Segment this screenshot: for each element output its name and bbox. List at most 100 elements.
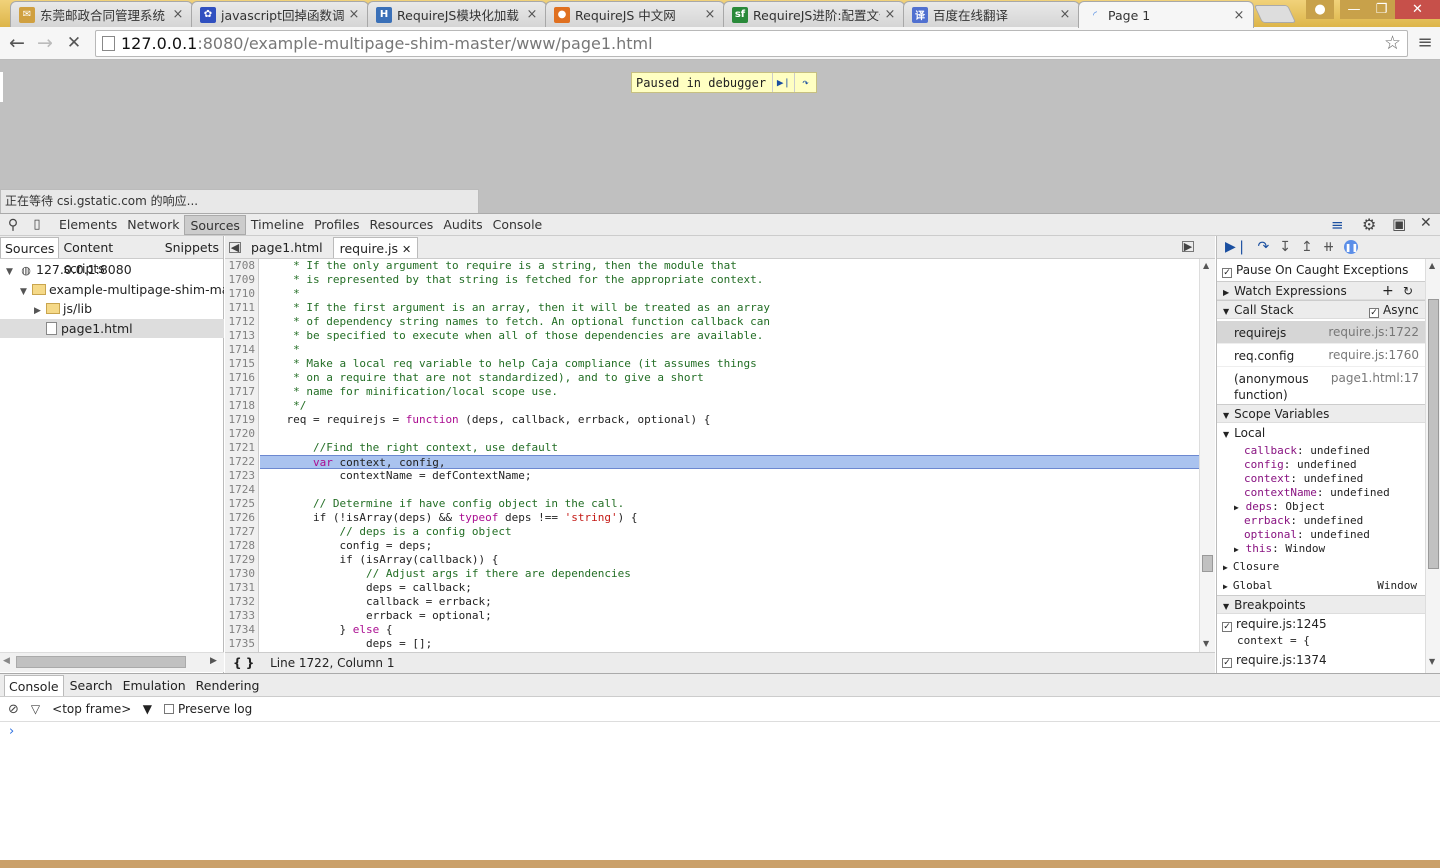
refresh-watch-icon[interactable]: ↻: [1403, 282, 1413, 301]
breakpoints-header[interactable]: ▼ Breakpoints: [1217, 595, 1425, 614]
code-line[interactable]: errback = optional;: [260, 609, 1199, 623]
close-window-button[interactable]: ✕: [1395, 0, 1440, 19]
scroll-up-icon[interactable]: ▲: [1203, 261, 1209, 270]
code-line[interactable]: // deps is a config object: [260, 525, 1199, 539]
line-number[interactable]: 1708: [225, 259, 258, 273]
console-prompt[interactable]: ›: [0, 722, 1440, 744]
global-scope-node[interactable]: ▶ Global Window: [1217, 579, 1425, 592]
code-line[interactable]: *: [260, 287, 1199, 301]
line-number-gutter[interactable]: 1708 1709 1710 1711 1712 1713 1714 1715 1716 1717…: [225, 259, 259, 652]
checkbox-checked-icon[interactable]: ✓: [1222, 622, 1232, 632]
navigator-tab-content-scripts[interactable]: Content scripts: [59, 237, 160, 276]
add-watch-icon[interactable]: +: [1382, 282, 1394, 301]
line-number[interactable]: 1732: [225, 595, 258, 609]
scope-variable[interactable]: ▶ this: Window: [1217, 542, 1425, 556]
line-number[interactable]: 1722: [225, 455, 258, 469]
browser-tab[interactable]: H RequireJS模块化加载 ×: [367, 1, 547, 27]
checkbox-checked-icon[interactable]: ✓: [1222, 658, 1232, 668]
navigator-horizontal-scrollbar[interactable]: ◀ ▶: [0, 652, 224, 672]
line-number[interactable]: 1724: [225, 483, 258, 497]
step-over-icon[interactable]: ↷: [1258, 239, 1270, 255]
tree-item[interactable]: ▼ ◍ 127.0.0.1:8080: [0, 260, 224, 279]
closure-scope-node[interactable]: ▶ Closure: [1217, 560, 1425, 573]
code-line[interactable]: if (!isArray(deps) && typeof deps !== 's…: [260, 511, 1199, 525]
line-number[interactable]: 1725: [225, 497, 258, 511]
collapsed-triangle-icon[interactable]: ▶: [34, 302, 44, 318]
code-line[interactable]: */: [260, 399, 1199, 413]
search-icon[interactable]: ⚲: [0, 217, 26, 233]
close-tab-icon[interactable]: ×: [1233, 8, 1245, 23]
step-over-icon[interactable]: ↷: [794, 73, 816, 92]
minimize-button[interactable]: —: [1340, 0, 1368, 19]
code-line[interactable]: config = deps;: [260, 539, 1199, 553]
code-line[interactable]: deps = callback;: [260, 581, 1199, 595]
tree-item[interactable]: page1.html: [0, 318, 224, 338]
tree-item[interactable]: ▼ example-multipage-shim-master/: [0, 280, 224, 299]
scope-variable[interactable]: config: undefined: [1217, 458, 1425, 472]
drawer-tab-emulation[interactable]: Emulation: [119, 675, 190, 696]
browser-tab[interactable]: ◜ Page 1 ×: [1078, 1, 1254, 28]
line-number[interactable]: 1729: [225, 553, 258, 567]
line-number[interactable]: 1709: [225, 273, 258, 287]
line-number[interactable]: 1711: [225, 301, 258, 315]
execution-line[interactable]: var context, config,: [260, 455, 1199, 469]
scope-variable[interactable]: errback: undefined: [1217, 514, 1425, 528]
line-number[interactable]: 1735: [225, 637, 258, 651]
async-checkbox[interactable]: ✓ Async: [1369, 301, 1419, 320]
scroll-right-icon[interactable]: ▶: [210, 656, 217, 666]
scroll-down-icon[interactable]: ▼: [1203, 639, 1209, 648]
line-number[interactable]: 1712: [225, 315, 258, 329]
watch-expressions-header[interactable]: ▶ Watch Expressions + ↻: [1217, 281, 1425, 300]
devtools-tab-timeline[interactable]: Timeline: [246, 215, 309, 235]
browser-tab[interactable]: 译百度在线翻译 ×: [903, 1, 1080, 27]
code-line[interactable]: //Find the right context, use default: [260, 441, 1199, 455]
devtools-tab-network[interactable]: Network: [122, 215, 184, 235]
toggle-debugger-sidebar-icon[interactable]: ▶: [1182, 240, 1194, 253]
close-tab-icon[interactable]: ✕: [402, 243, 411, 256]
call-frame[interactable]: req.config require.js:1760: [1217, 344, 1425, 367]
resume-icon[interactable]: ▶❘: [1225, 239, 1248, 255]
line-number[interactable]: 1733: [225, 609, 258, 623]
scope-variable[interactable]: contextName: undefined: [1217, 486, 1425, 500]
step-out-icon[interactable]: ↥: [1301, 239, 1313, 255]
close-tab-icon[interactable]: ×: [1059, 7, 1071, 22]
line-number[interactable]: 1728: [225, 539, 258, 553]
bookmark-star-icon[interactable]: ☆: [1384, 31, 1401, 56]
devtools-tab-console[interactable]: Console: [488, 215, 548, 235]
line-number[interactable]: 1730: [225, 567, 258, 581]
call-frame[interactable]: (anonymous function) page1.html:17: [1217, 367, 1425, 405]
code-line[interactable]: * be specified to execute when all of th…: [260, 329, 1199, 343]
line-number[interactable]: 1716: [225, 371, 258, 385]
device-mode-icon[interactable]: ▯: [26, 217, 48, 232]
devtools-tab-profiles[interactable]: Profiles: [309, 215, 364, 235]
line-number[interactable]: 1726: [225, 511, 258, 525]
devtools-tab-resources[interactable]: Resources: [364, 215, 438, 235]
devtools-tab-sources[interactable]: Sources: [184, 214, 246, 235]
tree-item[interactable]: ▶ js/lib: [0, 299, 224, 318]
line-number[interactable]: 1721: [225, 441, 258, 455]
pretty-print-button[interactable]: { }: [233, 656, 254, 670]
local-scope-node[interactable]: ▼ Local: [1217, 426, 1425, 440]
drawer-toggle-icon[interactable]: ≡: [1331, 216, 1344, 234]
navigator-tab-sources[interactable]: Sources: [0, 236, 60, 258]
scope-variable[interactable]: optional: undefined: [1217, 528, 1425, 542]
code-line[interactable]: [260, 427, 1199, 441]
code-line[interactable]: // Adjust args if there are dependencies: [260, 567, 1199, 581]
editor-tab[interactable]: page1.html: [245, 237, 329, 258]
address-bar[interactable]: 127.0.0.1:8080/example-multipage-shim-ma…: [95, 30, 1408, 57]
toggle-navigator-icon[interactable]: ◀: [229, 241, 241, 254]
scroll-down-icon[interactable]: ▼: [1429, 657, 1435, 666]
resume-icon[interactable]: ▶❘: [772, 73, 794, 92]
browser-tab[interactable]: sf RequireJS进阶:配置文件 ×: [723, 1, 905, 27]
stop-loading-icon[interactable]: ✕: [62, 32, 86, 54]
forward-arrow-icon[interactable]: →: [33, 32, 57, 54]
pause-on-exceptions-icon[interactable]: ❚❚: [1344, 240, 1359, 254]
editor-tab[interactable]: require.js ✕: [332, 236, 419, 258]
line-number[interactable]: 1731: [225, 581, 258, 595]
breakpoint-item[interactable]: ✓ require.js:1245 context = {: [1217, 617, 1425, 647]
settings-gear-icon[interactable]: ⚙: [1362, 215, 1376, 234]
code-line[interactable]: *: [260, 343, 1199, 357]
close-devtools-icon[interactable]: ✕: [1420, 215, 1432, 231]
code-line[interactable]: * is represented by that string is fetch…: [260, 273, 1199, 287]
drawer-tab-rendering[interactable]: Rendering: [192, 675, 264, 696]
